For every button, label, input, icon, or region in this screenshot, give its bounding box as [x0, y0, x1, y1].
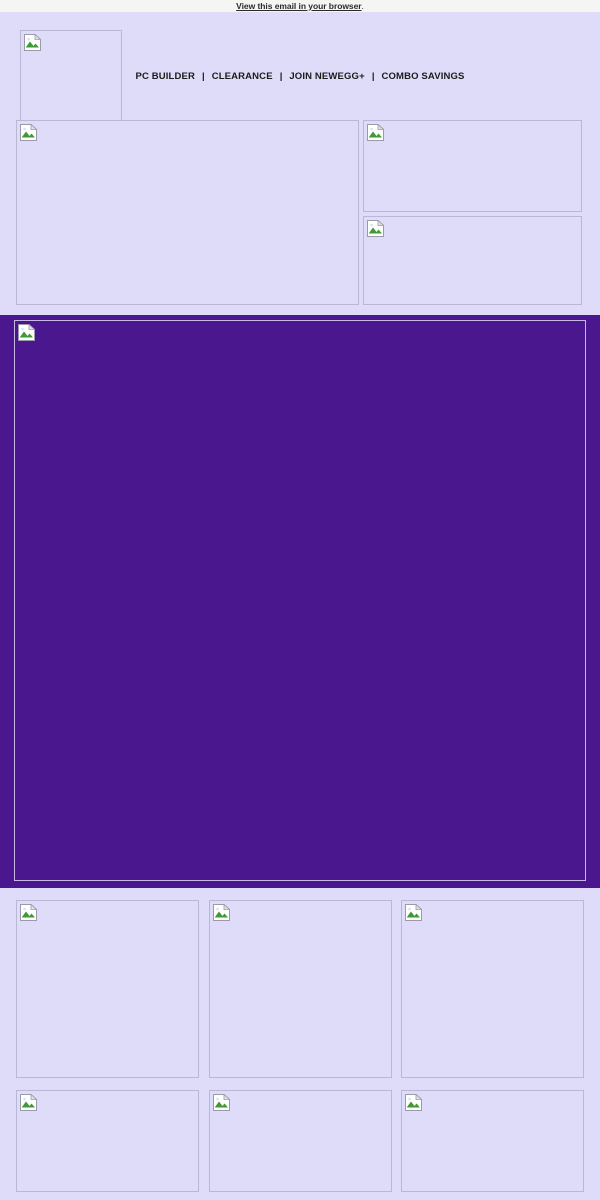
broken-image-icon: [405, 904, 422, 921]
nav-item-clearance[interactable]: CLEARANCE: [212, 71, 273, 82]
header-nav: PC BUILDER | CLEARANCE | JOIN NEWEGG+ | …: [0, 71, 600, 82]
broken-image-icon: [367, 124, 384, 141]
nav-separator: |: [202, 71, 205, 82]
promo-right-bottom-placeholder[interactable]: [363, 216, 582, 305]
broken-image-icon: [20, 1094, 37, 1111]
product-tile-placeholder[interactable]: [16, 1090, 199, 1192]
hero-banner-section: [0, 315, 600, 888]
broken-image-icon: [212, 1094, 230, 1111]
broken-image-icon: [405, 1094, 422, 1111]
promo-right-stack: [363, 120, 582, 305]
promo-left-placeholder[interactable]: [16, 120, 359, 305]
nav-item-combo-savings[interactable]: COMBO SAVINGS: [381, 71, 464, 82]
product-tile-placeholder[interactable]: [208, 1090, 392, 1192]
broken-image-icon: [367, 220, 384, 237]
product-tile-placeholder[interactable]: [208, 900, 392, 1078]
product-grid-row-1: [0, 888, 600, 1078]
preheader-period: .: [361, 1, 364, 11]
broken-image-icon: [212, 904, 230, 921]
preheader-text: View this email in your browser.: [236, 0, 364, 12]
promo-right-top-placeholder[interactable]: [363, 120, 582, 212]
product-tile-placeholder[interactable]: [401, 1090, 584, 1192]
hero-image-placeholder[interactable]: [14, 320, 586, 881]
nav-separator: |: [279, 71, 283, 82]
nav-item-pc-builder[interactable]: PC BUILDER: [135, 71, 195, 82]
product-tile-placeholder[interactable]: [16, 900, 199, 1078]
broken-image-icon: [24, 34, 41, 51]
promo-row: [0, 120, 600, 315]
broken-image-icon: [20, 904, 37, 921]
product-tile-placeholder[interactable]: [401, 900, 584, 1078]
broken-image-icon: [18, 324, 35, 341]
product-grid-row-2: [0, 1078, 600, 1192]
nav-separator: |: [371, 71, 375, 82]
email-header: PC BUILDER | CLEARANCE | JOIN NEWEGG+ | …: [0, 12, 600, 127]
broken-image-icon: [20, 124, 37, 141]
nav-item-join-newegg-plus[interactable]: JOIN NEWEGG+: [289, 71, 364, 82]
preheader-bar: View this email in your browser.: [0, 0, 600, 12]
view-in-browser-link[interactable]: View this email in your browser: [236, 1, 361, 11]
